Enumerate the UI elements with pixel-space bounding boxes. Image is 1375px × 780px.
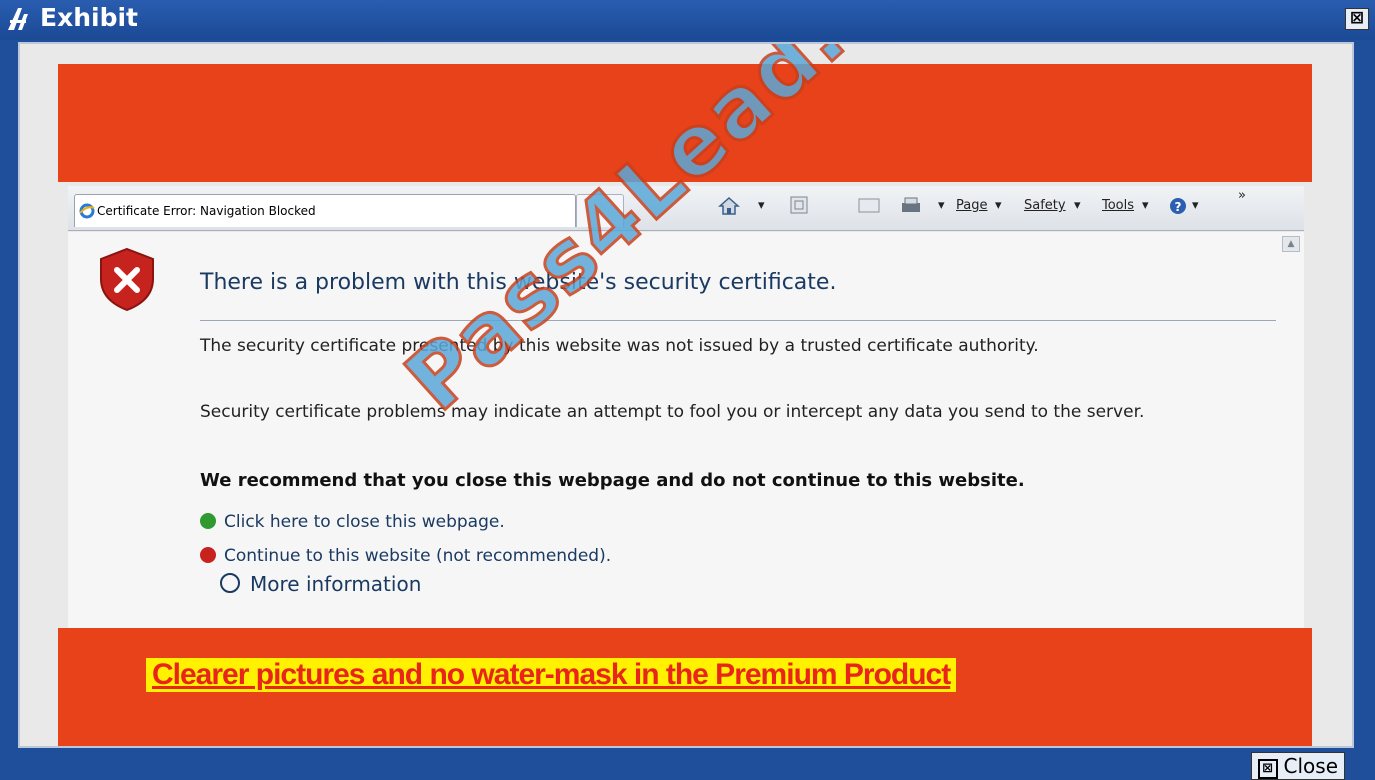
continue-to-website-link[interactable]: Continue to this website (not recommende…	[200, 546, 611, 566]
error-page-content: ▲ There is a problem with this website's…	[68, 232, 1304, 628]
window-title-bar: Exhibit ⊠	[0, 0, 1375, 40]
feeds-icon[interactable]	[790, 196, 808, 214]
page-menu-dropdown-icon[interactable]: ▾	[995, 198, 1002, 213]
error-paragraph-2: Security certificate problems may indica…	[200, 402, 1145, 422]
scroll-up-icon[interactable]: ▲	[1282, 236, 1300, 252]
safety-menu[interactable]: Safety	[1024, 198, 1066, 213]
green-check-shield-icon	[200, 513, 216, 529]
ie-logo-icon	[79, 203, 95, 219]
exhibit-icon	[8, 8, 28, 30]
error-paragraph-1: The security certificate presented by th…	[200, 336, 1039, 356]
browser-tab[interactable]: Certificate Error: Navigation Blocked	[74, 194, 576, 227]
chevron-circle-down-icon	[220, 573, 240, 593]
tab-label: Certificate Error: Navigation Blocked	[97, 204, 316, 218]
mail-icon[interactable]	[858, 196, 880, 214]
safety-menu-dropdown-icon[interactable]: ▾	[1074, 198, 1081, 213]
close-webpage-link[interactable]: Click here to close this webpage.	[200, 512, 505, 532]
tools-menu-dropdown-icon[interactable]: ▾	[1142, 198, 1149, 213]
svg-text:?: ?	[1175, 200, 1182, 214]
page-menu[interactable]: Page	[956, 198, 987, 213]
heading-divider	[200, 320, 1276, 321]
help-dropdown-icon[interactable]: ▾	[1192, 198, 1199, 213]
recommendation-text: We recommend that you close this webpage…	[200, 470, 1025, 491]
premium-promo-link[interactable]: Clearer pictures and no water-mask in th…	[146, 658, 957, 692]
print-dropdown-icon[interactable]: ▾	[938, 198, 945, 213]
security-shield-x-icon	[100, 247, 154, 312]
exhibit-frame: Certificate Error: Navigation Blocked ▾ …	[18, 42, 1354, 748]
window-title: Exhibit	[40, 3, 138, 32]
tools-menu[interactable]: Tools	[1102, 198, 1134, 213]
home-icon[interactable]	[718, 196, 740, 216]
print-icon[interactable]	[900, 196, 922, 216]
home-dropdown-icon[interactable]: ▾	[758, 198, 765, 213]
window-close-icon[interactable]: ⊠	[1345, 8, 1369, 30]
red-x-shield-icon	[200, 547, 216, 563]
toolbar-overflow-icon[interactable]: »	[1238, 188, 1246, 203]
help-icon[interactable]: ?	[1168, 196, 1188, 216]
close-button[interactable]: ⊠ Close	[1250, 752, 1345, 780]
more-information-toggle[interactable]: More information	[220, 572, 421, 596]
close-icon: ⊠	[1257, 759, 1278, 779]
